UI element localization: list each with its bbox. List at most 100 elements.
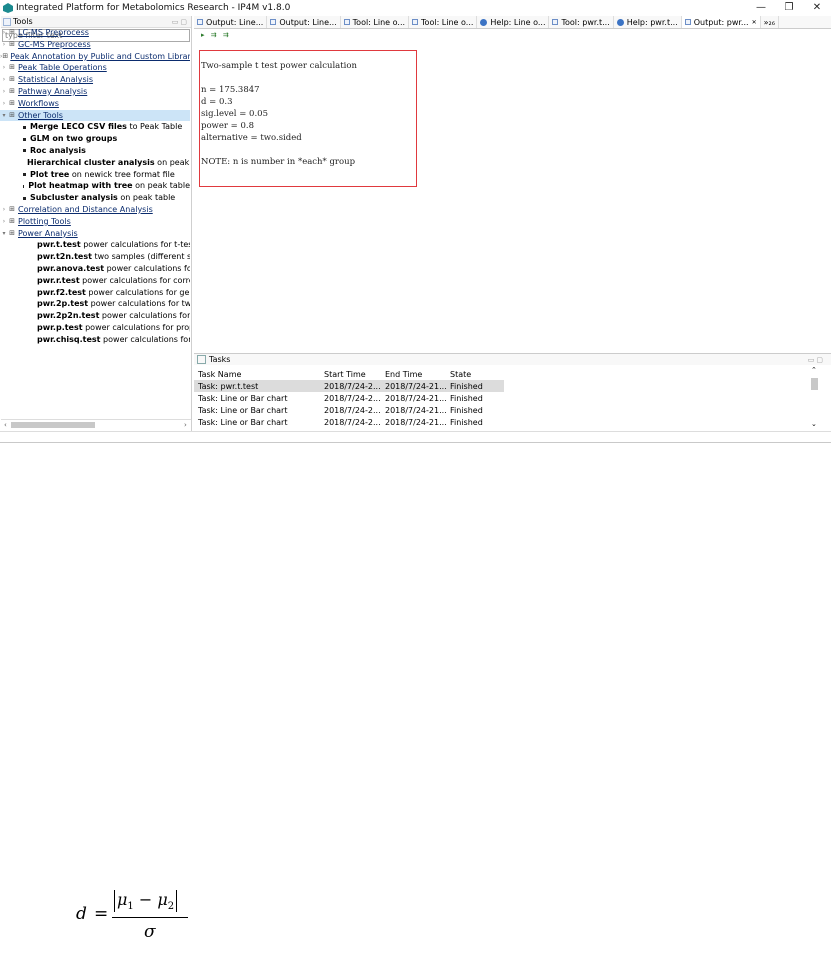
folder-icon: ⊞ — [9, 75, 15, 84]
expand-arrow-icon[interactable]: › — [0, 86, 8, 98]
tool-name: Plot tree — [30, 169, 70, 179]
close-button[interactable]: ✕ — [803, 0, 831, 15]
tree-category[interactable]: › ⊞ Statistical Analysis — [0, 74, 190, 86]
table-row[interactable]: Task: Line or Bar chart 2018/7/24-2... 201… — [194, 404, 814, 416]
tab-output[interactable]: Output: Line... — [267, 16, 341, 28]
tool-name: Plot heatmap with tree — [28, 181, 133, 191]
tasks-header: Tasks ▭▢ — [194, 354, 831, 365]
tab-close-icon[interactable]: ✕ — [752, 19, 757, 26]
tool-name: pwr.2p2n.test — [37, 311, 100, 321]
output-icon — [270, 19, 277, 25]
tool-bullet-icon — [23, 149, 26, 153]
tools-tree: › ⊞ LC-MS Preprocess › ⊞ GC-MS Preprocess › ⊞ Pe… — [0, 27, 190, 346]
tool-icon — [412, 19, 419, 25]
column-header[interactable]: State — [450, 370, 502, 379]
column-header[interactable]: Start Time — [324, 370, 385, 379]
tree-tool-item[interactable]: Plot heatmap with tree on peak table — [0, 180, 190, 192]
tool-name: Hierarchical cluster analysis — [27, 157, 155, 167]
tree-category[interactable]: › ⊞ Pathway Analysis — [0, 86, 190, 98]
scroll-left-icon[interactable]: ‹ — [4, 421, 7, 429]
expand-arrow-icon[interactable]: › — [0, 39, 8, 51]
window-title: Integrated Platform for Metabolomics Res… — [16, 2, 291, 13]
tab-output[interactable]: Output: Line... — [194, 16, 268, 28]
scroll-down-icon[interactable]: ⌄ — [811, 420, 817, 428]
tool-description: power calculations for two pr — [90, 299, 190, 309]
tree-category[interactable]: › ⊞ Peak Annotation by Public and Custom L… — [0, 51, 190, 63]
expand-arrow-icon[interactable]: › — [0, 98, 8, 110]
tree-tool-item[interactable]: pwr.p.test power calculations for propor… — [0, 322, 190, 334]
tool-name: pwr.chisq.test — [37, 334, 101, 344]
tree-tool-item[interactable]: pwr.r.test power calculations for correl… — [0, 275, 190, 287]
column-header[interactable]: End Time — [385, 370, 450, 379]
tool-name: pwr.t.test — [37, 240, 81, 250]
formula-numerator: μ1 − μ2 — [114, 890, 178, 913]
tree-tool-item[interactable]: pwr.anova.test power calculations for ba… — [0, 263, 190, 275]
collapse-arrow-icon[interactable]: ▾ — [0, 110, 8, 122]
panel-minmax-icon[interactable]: ▭▢ — [808, 356, 825, 364]
expand-arrow-icon[interactable]: › — [0, 74, 8, 86]
formula-mu2: μ — [157, 890, 168, 909]
scroll-up-icon[interactable]: ⌃ — [811, 366, 817, 374]
table-row[interactable]: Task: Line or Bar chart 2018/7/24-2... 201… — [194, 416, 814, 428]
tree-tool-item[interactable]: Merge LECO CSV files to Peak Table — [0, 121, 190, 133]
tab-tool[interactable]: Tool: Line o... — [409, 16, 478, 28]
tab-help[interactable]: Help: Line o... — [477, 16, 550, 28]
expand-arrow-icon[interactable]: › — [0, 27, 8, 39]
tree-tool-item[interactable]: pwr.2p2n.test power calculations for two — [0, 310, 190, 322]
tree-tool-item[interactable]: pwr.2p.test power calculations for two p… — [0, 298, 190, 310]
tree-category[interactable]: › ⊞ GC-MS Preprocess — [0, 39, 190, 51]
scroll-right-icon[interactable]: › — [184, 421, 187, 429]
table-cell: Finished — [450, 405, 483, 415]
tree-tool-item[interactable]: pwr.f2.test power calculations for gener… — [0, 287, 190, 299]
column-header[interactable]: Task Name — [194, 370, 324, 379]
tree-tool-item[interactable]: Roc analysis — [0, 145, 190, 157]
scrollbar-thumb[interactable] — [811, 378, 818, 390]
tree-tool-item[interactable]: Subcluster analysis on peak table — [0, 192, 190, 204]
tree-tool-item[interactable]: pwr.t2n.test two samples (different size… — [0, 251, 190, 263]
tool-icon — [552, 19, 559, 25]
table-row[interactable]: Task: pwr.t.test 2018/7/24-2... 2018/7/24-… — [194, 380, 504, 392]
table-row[interactable]: Task: Line or Bar chart 2018/7/24-2... 201… — [194, 392, 814, 404]
tree-category[interactable]: › ⊞ LC-MS Preprocess — [0, 27, 190, 39]
output-toolbar[interactable]: ▸ ⇉ ⇉ — [201, 31, 231, 39]
tree-category-label: Correlation and Distance Analysis — [18, 204, 153, 214]
tree-tool-item[interactable]: Plot tree on newick tree format file — [0, 169, 190, 181]
tree-tool-item[interactable]: GLM on two groups — [0, 133, 190, 145]
tasks-view-icon — [197, 355, 206, 364]
folder-icon: ⊞ — [9, 63, 15, 72]
tree-tool-item[interactable]: pwr.chisq.test power calculations for ch… — [0, 334, 190, 346]
tool-description: power calculations for genera — [88, 287, 190, 297]
tree-tool-item[interactable]: Hierarchical cluster analysis on peak ta… — [0, 157, 190, 169]
tool-name: pwr.p.test — [37, 322, 83, 332]
tab-label: Tool: pwr.t... — [561, 17, 610, 27]
tree-category[interactable]: ▾ ⊞ Other Tools — [0, 109, 190, 122]
tree-category[interactable]: › ⊞ Plotting Tools — [0, 216, 190, 228]
tab-tool[interactable]: Tool: Line o... — [341, 16, 410, 28]
panel-minmax-icon[interactable]: ▭▢ — [172, 18, 189, 26]
expand-arrow-icon[interactable]: › — [0, 204, 8, 216]
table-header-row: Task Name Start Time End Time State — [194, 368, 814, 380]
expand-arrow-icon[interactable]: › — [0, 216, 8, 228]
formula-minus: − — [138, 890, 153, 909]
tasks-vertical-scrollbar[interactable]: ⌃ ⌄ — [810, 366, 819, 430]
tab-overflow[interactable]: »₂₆ — [761, 16, 779, 28]
tree-category[interactable]: › ⊞ Peak Table Operations — [0, 62, 190, 74]
tool-description: power calculations for chi- — [103, 334, 190, 344]
tree-category[interactable]: › ⊞ Workflows — [0, 98, 190, 110]
collapse-arrow-icon[interactable]: ▾ — [0, 228, 8, 240]
tree-category-label: Power Analysis — [18, 228, 78, 238]
tree-horizontal-scrollbar[interactable]: ‹ › — [1, 419, 191, 430]
tree-category[interactable]: ▾ ⊞ Power Analysis — [0, 228, 190, 240]
minimize-button[interactable]: — — [747, 0, 775, 15]
maximize-button[interactable]: ❐ — [775, 0, 803, 15]
tab-tool[interactable]: Tool: pwr.t... — [549, 16, 614, 28]
scrollbar-thumb[interactable] — [11, 422, 95, 428]
tab-label: Help: Line o... — [490, 17, 546, 27]
tab-help[interactable]: Help: pwr.t... — [614, 16, 682, 28]
expand-arrow-icon[interactable]: › — [0, 62, 8, 74]
table-cell: 2018/7/24-2... — [324, 405, 381, 415]
tree-category[interactable]: › ⊞ Correlation and Distance Analysis — [0, 204, 190, 216]
tree-tool-item[interactable]: pwr.t.test power calculations for t-test… — [0, 239, 190, 251]
tab-output[interactable]: Output: pwr... ✕ — [681, 16, 761, 28]
tool-description: on peak table — [157, 157, 190, 167]
